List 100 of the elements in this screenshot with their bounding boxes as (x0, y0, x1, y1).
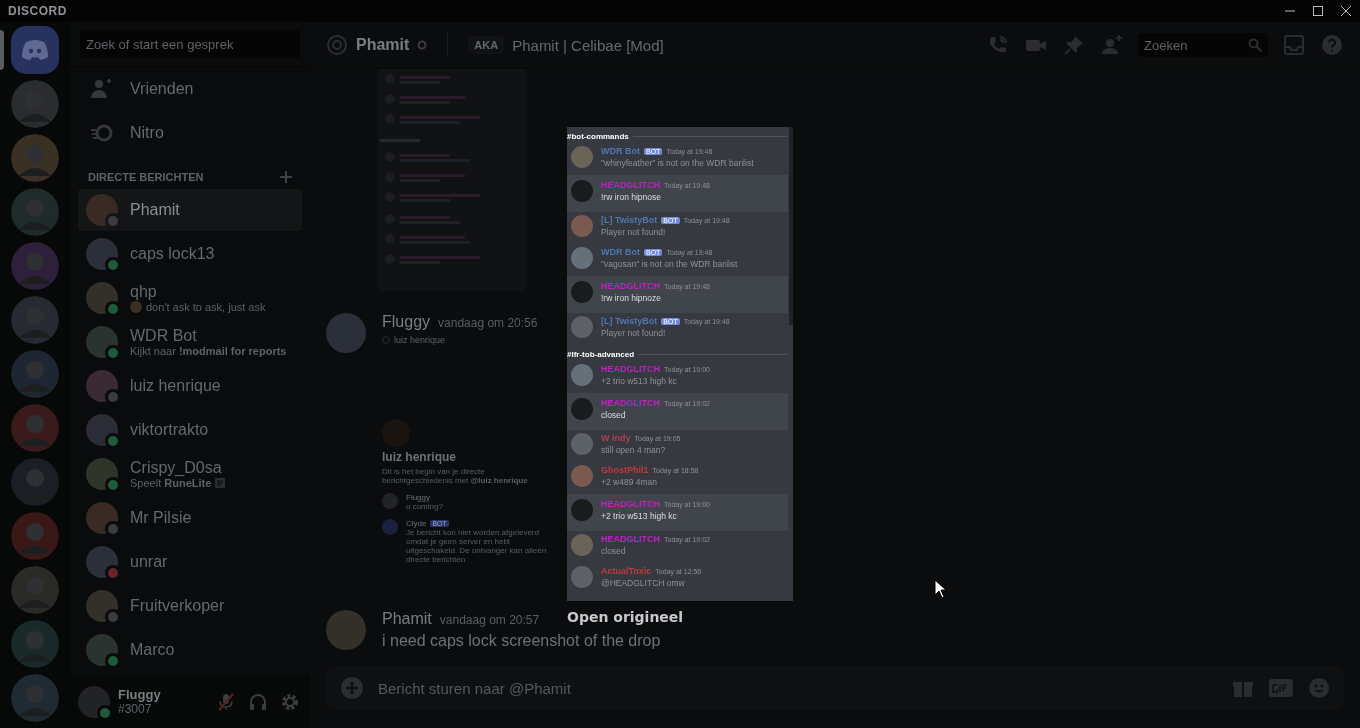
avatar (571, 364, 593, 386)
cursor-icon (934, 579, 946, 599)
activity-text: Speelt RuneLite (130, 477, 212, 489)
dm-item[interactable]: Fruitverkoper (78, 585, 302, 627)
nav-item[interactable]: Vrienden (78, 68, 302, 110)
open-original-link[interactable]: Open origineel (567, 609, 684, 625)
author-name: W indy (601, 433, 631, 443)
embed-title: luiz henrique (382, 450, 457, 464)
gif-icon[interactable] (1268, 677, 1294, 699)
dm-name: luiz henrique (130, 377, 221, 395)
server-icon[interactable] (11, 458, 59, 506)
at-icon (326, 34, 348, 56)
search-field[interactable]: Zoek of start een gesprek (80, 30, 300, 58)
dm-item[interactable]: Marco (78, 629, 302, 671)
logo-icon (21, 40, 49, 60)
author-name: Clyde (406, 519, 427, 528)
inbox-icon[interactable] (1282, 33, 1306, 57)
avatar (571, 247, 593, 269)
message-text: closed (601, 546, 627, 556)
message-text: Player not found! (601, 328, 667, 338)
dm-item[interactable]: luiz henrique (78, 365, 302, 407)
author-name: ActualToxic (601, 566, 652, 576)
dm-name: qhp (130, 283, 158, 301)
server-icon[interactable] (11, 674, 59, 722)
chat-screenshot-drawing[interactable] (378, 69, 526, 291)
add-icon[interactable] (280, 171, 292, 183)
emoji-icon[interactable] (1308, 677, 1330, 699)
dm-item[interactable]: WDR Bot Kijkt naar !modmail for reports (78, 321, 302, 363)
dm-item[interactable]: unrar (78, 541, 302, 583)
message-text: Je bericht kon niet worden afgeleverd omdat je geen server en hebt uitgeschakeld. De ontvanger kan alleen directe berichten (406, 528, 548, 564)
message-text: +2 trio w513 high kc (601, 376, 678, 386)
server-icon[interactable] (11, 404, 59, 452)
author-name[interactable]: Fluggy (382, 313, 431, 331)
add-friend-icon[interactable] (1100, 33, 1124, 57)
avatar (382, 519, 398, 535)
avatar (571, 180, 593, 202)
dm-name: Crispy_D0sa (130, 459, 223, 477)
avatar[interactable] (326, 313, 366, 353)
avatar[interactable] (326, 610, 366, 650)
dm-item[interactable]: Phamit (78, 189, 302, 231)
author-name: HEADGLITCH (601, 281, 660, 291)
server-icon[interactable] (11, 566, 59, 614)
server-icon[interactable] (11, 80, 59, 128)
message-input[interactable]: Bericht sturen naar @Phamit (326, 666, 1344, 710)
avatar[interactable] (78, 685, 110, 718)
emoji-icon (130, 301, 142, 313)
mention-text[interactable]: luiz henrique (394, 335, 446, 345)
avatar (571, 566, 593, 588)
friends-icon (90, 77, 114, 101)
nav-item[interactable]: Nitro (78, 112, 302, 154)
server-icon[interactable] (11, 512, 59, 560)
message-text: i need caps lock screenshot of the drop (382, 632, 661, 650)
dm-name: Phamit (130, 201, 180, 219)
server-icon[interactable] (11, 188, 59, 236)
pin-icon[interactable] (1062, 33, 1086, 57)
close-icon[interactable] (1341, 6, 1351, 16)
user-tag: #3007 (118, 702, 161, 716)
avatar (571, 316, 593, 338)
message-text: "vagosan" is not on the WDR banlist (601, 259, 738, 269)
dm-item[interactable]: caps lock13 (78, 233, 302, 275)
dm-name: Marco (130, 641, 175, 659)
timestamp: vandaag om 20:56 (438, 316, 538, 330)
avatar (571, 281, 593, 303)
dm-item[interactable]: Crispy_D0sa Speelt RuneLite (78, 453, 302, 495)
document-icon (215, 478, 226, 488)
author-name[interactable]: Phamit (382, 610, 432, 628)
upload-icon[interactable] (340, 676, 364, 700)
search-field[interactable]: Zoeken (1138, 33, 1268, 57)
message-text: "whinyfeather" is not on the WDR banlist (601, 158, 754, 168)
embed-intro: Dit is het begin van je directe berichtgeschiedenis met @luiz henrique (382, 467, 529, 485)
dm-item[interactable]: qhp don't ask to ask, just ask (78, 277, 302, 319)
home-button[interactable] (11, 26, 59, 74)
server-icon[interactable] (11, 350, 59, 398)
search-icon (1248, 38, 1262, 52)
author-name: HEADGLITCH (601, 398, 660, 408)
avatar (571, 215, 593, 237)
server-icon[interactable] (11, 620, 59, 668)
author-name: HEADGLITCH (601, 364, 660, 374)
dm-name: Fruitverkoper (130, 597, 225, 615)
channel-title: Phamit (356, 36, 410, 54)
avatar (571, 534, 593, 556)
dm-item[interactable]: Mr Pilsie (78, 497, 302, 539)
dm-name: unrar (130, 553, 168, 571)
message-text: !rw iron hipnose (601, 192, 662, 202)
help-icon[interactable] (1320, 33, 1344, 57)
message-text: u coming? (406, 502, 443, 511)
channel-heading: #bot-commands (567, 131, 629, 141)
maximize-icon[interactable] (1313, 6, 1323, 16)
author-name: Fluggy (406, 493, 430, 502)
server-icon[interactable] (11, 134, 59, 182)
author-name: GhostPhil1 (601, 465, 649, 475)
server-icon[interactable] (11, 296, 59, 344)
dm-name: caps lock13 (130, 245, 215, 263)
author-name: HEADGLITCH (601, 180, 660, 190)
server-icon[interactable] (11, 242, 59, 290)
dm-item[interactable]: viktortrakto (78, 409, 302, 451)
activity-text: Kijkt naar !modmail for reports (130, 345, 287, 357)
at-icon (382, 336, 390, 344)
dm-name: Mr Pilsie (130, 509, 192, 527)
app-title: DISCORD (8, 4, 67, 18)
